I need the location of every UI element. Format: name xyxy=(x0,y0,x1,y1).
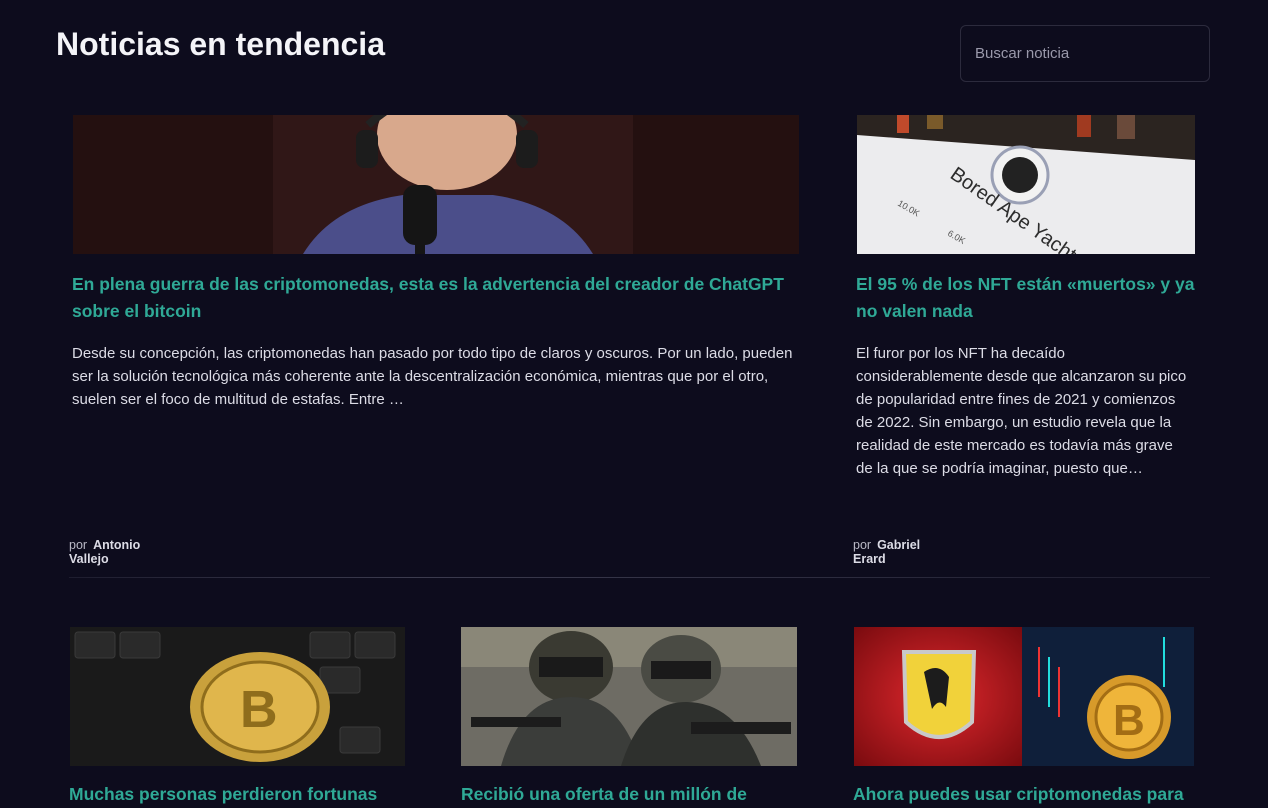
news-headline-1[interactable]: Muchas personas perdieron fortunas xyxy=(69,781,409,808)
search-input[interactable] xyxy=(961,26,1209,81)
soldiers-game-thumbnail[interactable] xyxy=(461,627,797,766)
byline-prefix: por xyxy=(69,538,88,552)
ferrari-bitcoin-illustration: B xyxy=(854,627,1194,766)
featured-headline-1[interactable]: En plena guerra de las criptomonedas, es… xyxy=(72,271,802,325)
news-headline-2[interactable]: Recibió una oferta de un millón de xyxy=(461,781,801,808)
ferrari-crypto-thumbnail[interactable]: B xyxy=(854,627,1194,766)
search-box[interactable] xyxy=(960,25,1210,82)
nft-illustration: Bored Ape Yacht Club 10.0K 6.0K xyxy=(857,115,1195,254)
byline-prefix: por xyxy=(853,538,872,552)
featured-byline-2: por Gabriel Erard xyxy=(853,538,920,566)
svg-text:B: B xyxy=(1113,696,1145,745)
page-title: Noticias en tendencia xyxy=(56,26,385,62)
podcast-illustration xyxy=(73,115,799,254)
podcast-guest-thumbnail[interactable] xyxy=(73,115,799,254)
featured-excerpt-1: Desde su concepción, las criptomonedas h… xyxy=(72,345,793,408)
bitcoin-illustration: B xyxy=(70,627,405,766)
section-divider xyxy=(69,577,1210,578)
featured-headline-2[interactable]: El 95 % de los NFT están «muertos» y ya … xyxy=(856,271,1196,325)
svg-text:B: B xyxy=(240,681,278,739)
nft-collection-thumbnail[interactable]: Bored Ape Yacht Club 10.0K 6.0K xyxy=(857,115,1195,254)
news-headline-3[interactable]: Ahora puedes usar criptomonedas para xyxy=(853,781,1213,808)
soldiers-illustration xyxy=(461,627,797,766)
featured-byline-1: por Antonio Vallejo xyxy=(69,538,140,566)
bitcoin-keyboard-thumbnail[interactable]: B xyxy=(70,627,405,766)
featured-excerpt-2: El furor por los NFT ha decaído consider… xyxy=(856,345,1187,477)
